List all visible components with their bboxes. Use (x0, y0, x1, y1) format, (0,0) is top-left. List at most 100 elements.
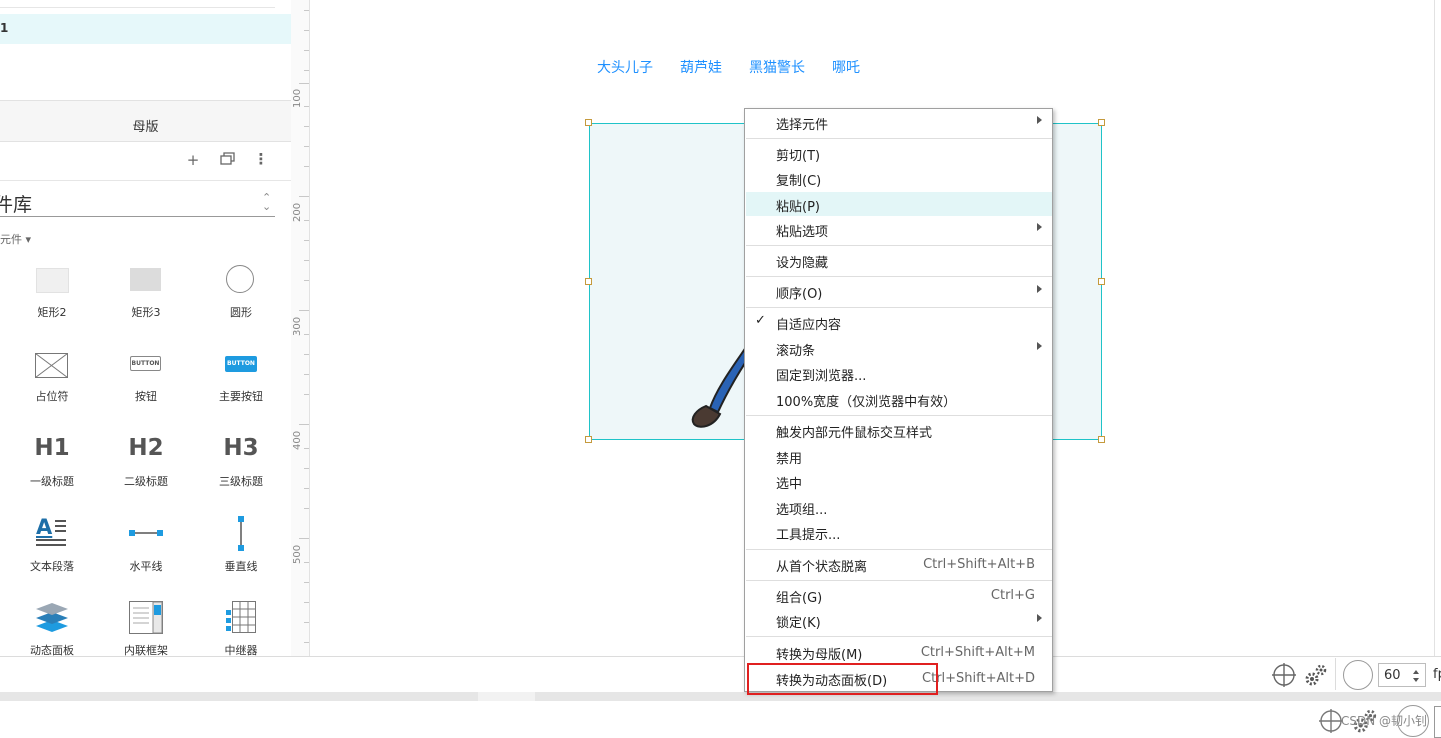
resize-handle[interactable] (1098, 119, 1105, 126)
repeater-icon (226, 601, 256, 633)
menu-item-label: 选择元件 (776, 118, 829, 133)
horizontal-scrollbar[interactable] (0, 692, 1441, 701)
menu-item-paste[interactable]: 粘贴(P) (746, 192, 1052, 216)
menu-item-label: 选项组... (776, 503, 828, 518)
widget-inline-frame[interactable]: 内联框架 (101, 600, 191, 656)
library-select[interactable]: 件库 (0, 190, 32, 217)
more-options-icon[interactable]: ⋮ (251, 150, 271, 168)
widget-h1[interactable]: H1 一级标题 (7, 433, 97, 493)
crosshair-icon[interactable] (1272, 663, 1296, 687)
menu-item-paste-options[interactable]: 粘贴选项 (746, 217, 1052, 241)
submenu-arrow-icon (1037, 223, 1042, 231)
widget-rect3[interactable]: 矩形3 (101, 262, 191, 322)
menu-separator (746, 307, 1052, 308)
fps-stepper[interactable]: 60 (1378, 663, 1426, 687)
menu-item-select-widget[interactable]: 选择元件 (746, 110, 1052, 134)
menu-item-shortcut: Ctrl+G (990, 588, 1035, 603)
menu-item-lock[interactable]: 锁定(K) (746, 608, 1052, 632)
menu-item-order[interactable]: 顺序(O) (746, 279, 1052, 303)
widget-paragraph[interactable]: A 文本段落 (7, 515, 97, 576)
widget-h2[interactable]: H2 二级标题 (101, 433, 191, 493)
rect3-icon (130, 268, 161, 291)
widget-label: 垂直线 (224, 560, 258, 573)
menu-separator (746, 138, 1052, 139)
menu-item-fit-content[interactable]: ✓ 自适应内容 (746, 310, 1052, 334)
widget-vertical-line[interactable]: 垂直线 (196, 516, 286, 576)
widget-circle[interactable]: 圆形 (196, 262, 286, 322)
ruler-label: 100 (292, 88, 303, 108)
menu-item-convert-to-master[interactable]: 转换为母版(M) Ctrl+Shift+Alt+M (746, 640, 1052, 664)
widget-label: 动态面板 (30, 644, 74, 656)
menu-item-pin-to-browser[interactable]: 固定到浏览器... (746, 361, 1052, 385)
library-select-underline (0, 216, 275, 217)
widget-placeholder[interactable]: 占位符 (7, 349, 97, 409)
nav-link[interactable]: 大头儿子 (597, 57, 653, 77)
menu-item-set-hidden[interactable]: 设为隐藏 (746, 248, 1052, 272)
add-icon[interactable]: + (183, 151, 203, 169)
menu-item-label: 触发内部元件鼠标交互样式 (776, 426, 933, 441)
scrollbar-thumb[interactable] (478, 692, 535, 701)
stepper-up-icon[interactable] (1413, 670, 1419, 674)
menu-separator (746, 580, 1052, 581)
resize-handle[interactable] (1098, 278, 1105, 285)
nav-link[interactable]: 哪吒 (832, 57, 860, 77)
widget-filter-dropdown[interactable]: 元件 ▾ (0, 231, 31, 247)
menu-item-disable[interactable]: 禁用 (746, 444, 1052, 468)
widget-h3[interactable]: H3 三级标题 (196, 433, 286, 493)
menu-item-label: 粘贴(P) (776, 200, 820, 215)
widget-repeater[interactable]: 中继器 (196, 600, 286, 656)
menu-item-detach-first-state[interactable]: 从首个状态脱离 Ctrl+Shift+Alt+B (746, 552, 1052, 576)
menu-item-full-width[interactable]: 100%宽度（仅浏览器中有效） (746, 387, 1052, 411)
menu-item-scrollbars[interactable]: 滚动条 (746, 336, 1052, 360)
highlight-annotation-box (747, 663, 938, 695)
menu-item-copy[interactable]: 复制(C) (746, 166, 1052, 190)
menu-item-trigger-mouse-styles[interactable]: 触发内部元件鼠标交互样式 (746, 418, 1052, 442)
nav-link[interactable]: 黑猫警长 (749, 57, 805, 77)
gears-icon[interactable] (1304, 663, 1328, 687)
menu-item-label: 固定到浏览器... (776, 369, 867, 384)
resize-handle[interactable] (585, 436, 592, 443)
widget-label: 内联框架 (124, 644, 168, 656)
widget-label: 矩形2 (37, 306, 67, 319)
widget-rect2[interactable]: 矩形2 (7, 262, 97, 322)
context-menu: 选择元件 剪切(T) 复制(C) 粘贴(P) 粘贴选项 设为隐藏 顺序(O) ✓… (744, 108, 1053, 692)
chevron-updown-icon[interactable]: ⌃ ⌄ (262, 192, 271, 212)
divider (0, 180, 291, 181)
widget-label: 一级标题 (30, 475, 74, 488)
crosshair-icon (1319, 709, 1343, 733)
left-panel: 1 母版 + ⋮ 件库 ⌃⌄ 元件 ▾ 矩形2 矩形3 圆形 占位符 BUTTO… (0, 0, 292, 656)
menu-item-label: 转换为母版(M) (776, 648, 863, 663)
nav-link[interactable]: 葫芦娃 (680, 57, 722, 77)
menu-item-label: 滚动条 (776, 344, 816, 359)
bottom-toolbar (0, 656, 1441, 693)
resize-handle[interactable] (1098, 436, 1105, 443)
page-list-item-selected[interactable]: 1 (0, 14, 291, 44)
h3-icon: H3 (223, 435, 259, 461)
fps-value: 60 (1384, 668, 1401, 683)
menu-item-cut[interactable]: 剪切(T) (746, 141, 1052, 165)
widget-primary-button[interactable]: BUTTON 主要按钮 (196, 349, 286, 409)
widget-dynamic-panel[interactable]: 动态面板 (7, 600, 97, 656)
h2-icon: H2 (128, 435, 164, 461)
stepper-down-icon[interactable] (1413, 678, 1419, 682)
paragraph-letter: A (36, 515, 53, 539)
menu-item-group[interactable]: 组合(G) Ctrl+G (746, 583, 1052, 607)
menu-item-selected[interactable]: 选中 (746, 469, 1052, 493)
duplicate-icon[interactable] (218, 152, 238, 166)
resize-handle[interactable] (585, 278, 592, 285)
tab-masters[interactable]: 母版 (0, 100, 291, 142)
menu-item-label: 100%宽度（仅浏览器中有效） (776, 395, 957, 410)
menu-item-option-group[interactable]: 选项组... (746, 495, 1052, 519)
widget-button[interactable]: BUTTON 按钮 (101, 349, 191, 409)
menu-separator (746, 245, 1052, 246)
widget-horizontal-line[interactable]: 水平线 (101, 516, 191, 576)
ruler-label: 400 (292, 430, 303, 450)
resize-handle[interactable] (585, 119, 592, 126)
preview-circle-button[interactable] (1343, 660, 1373, 690)
horizontal-line-icon (129, 530, 163, 536)
menu-item-tooltip[interactable]: 工具提示... (746, 520, 1052, 544)
placeholder-icon (35, 353, 68, 378)
menu-item-label: 复制(C) (776, 174, 822, 189)
page-label: 1 (0, 21, 9, 35)
h1-icon: H1 (34, 435, 70, 461)
